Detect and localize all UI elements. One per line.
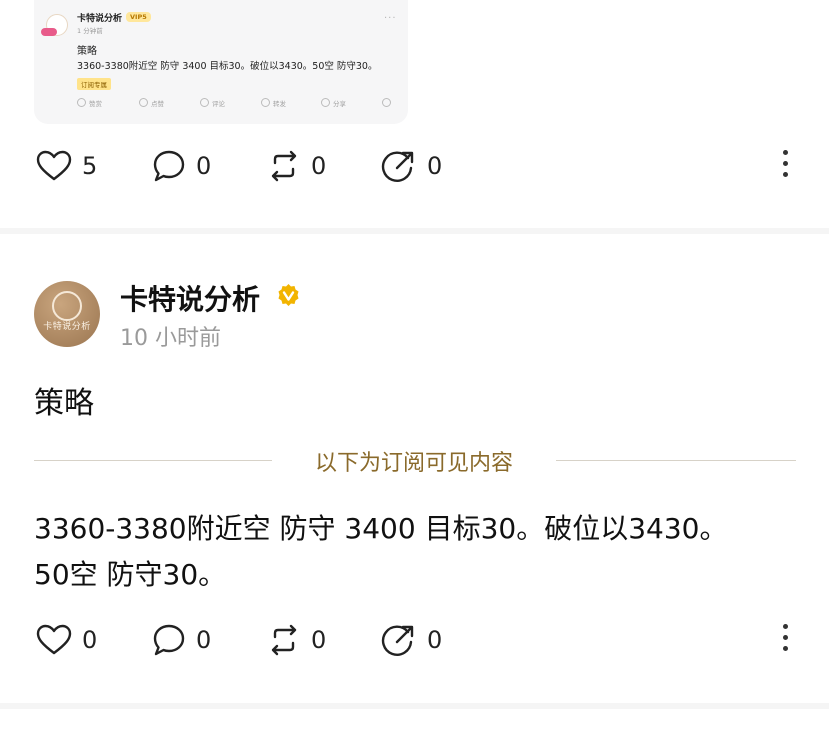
avatar-logo-text: 卡特说分析 [43, 322, 91, 332]
preview-action: 点赞 [139, 98, 164, 108]
comment-count: 0 [196, 626, 212, 654]
share-button[interactable]: 0 [381, 620, 442, 660]
preview-vip-badge: VIP5 [126, 12, 151, 22]
repost-button[interactable]: 0 [267, 146, 326, 186]
repost-count: 0 [311, 152, 327, 180]
comment-icon [153, 150, 185, 182]
share-count: 0 [427, 626, 443, 654]
like-button[interactable]: 0 [36, 620, 97, 660]
share-count: 0 [427, 152, 443, 180]
preview-author: 卡特说分析 [77, 14, 123, 24]
more-options-icon[interactable] [775, 624, 795, 658]
preview-action: 评论 [200, 98, 225, 108]
preview-action: 转发 [261, 98, 286, 108]
avatar-logo-ring [52, 291, 82, 321]
repost-count: 0 [311, 626, 327, 654]
heart-icon [36, 624, 72, 655]
preview-time: 1 分钟前 [77, 27, 103, 35]
comment-button[interactable]: 0 [152, 620, 211, 660]
post-body: 3360-3380附近空 防守 3400 目标30。破位以3430。50空 防守… [34, 512, 728, 591]
author-name[interactable]: 卡特说分析 [120, 278, 260, 318]
repost-icon [271, 150, 297, 182]
verified-badge-icon [278, 284, 299, 306]
preview-title: 策略 [77, 46, 97, 57]
post-time: 10 小时前 [120, 326, 221, 351]
like-count: 0 [82, 626, 98, 654]
author-avatar[interactable]: 卡特说分析 [34, 281, 100, 347]
like-count: 5 [82, 152, 98, 180]
preview-body: 3360-3380附近空 防守 3400 目标30。破位以3430。50空 防守… [77, 61, 378, 72]
post-action-bar: 0 0 0 0 [0, 620, 829, 660]
preview-avatar [41, 14, 68, 36]
preview-action-bar: 赞赏 点赞 评论 转发 分享 [77, 98, 397, 110]
post-divider [0, 703, 829, 709]
share-icon [381, 625, 414, 656]
divider-line-left [34, 460, 272, 461]
preview-action [382, 98, 394, 108]
preview-action: 分享 [321, 98, 346, 108]
more-options-icon[interactable] [775, 150, 795, 184]
divider-line-right [556, 460, 796, 461]
share-icon [381, 151, 414, 182]
preview-more-icon: ··· [384, 13, 397, 24]
embedded-post-preview[interactable]: 卡特说分析 VIP5 1 分钟前 ··· 策略 3360-3380附近空 防守 … [34, 0, 408, 124]
repost-button[interactable]: 0 [267, 620, 326, 660]
comment-button[interactable]: 0 [152, 146, 211, 186]
post-title: 策略 [34, 386, 94, 421]
repost-icon [271, 624, 297, 656]
comment-count: 0 [196, 152, 212, 180]
previous-post-action-bar: 5 0 0 0 [0, 146, 829, 186]
like-button[interactable]: 5 [36, 146, 97, 186]
post-divider [0, 228, 829, 234]
preview-tag: 订阅专属 [77, 78, 111, 90]
subscriber-content-label: 以下为订阅可见内容 [314, 451, 513, 476]
heart-icon [36, 150, 72, 181]
share-button[interactable]: 0 [381, 146, 442, 186]
comment-icon [153, 624, 185, 656]
preview-action: 赞赏 [77, 98, 102, 108]
